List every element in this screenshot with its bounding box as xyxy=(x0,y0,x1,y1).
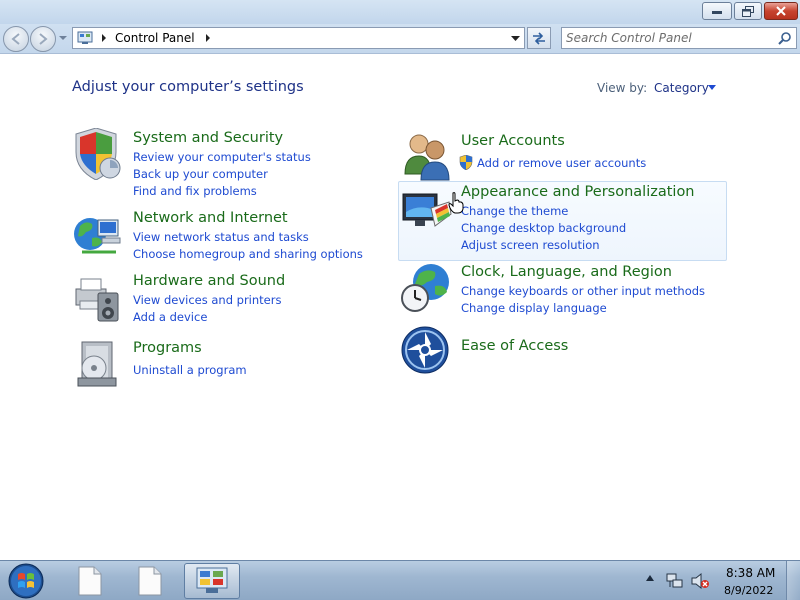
start-button[interactable] xyxy=(6,562,46,600)
shield-icon xyxy=(75,128,121,180)
category-system-security: System and Security Review your computer… xyxy=(72,128,372,198)
taskbar-item-document[interactable] xyxy=(62,563,118,599)
category-network-internet: Network and Internet View network status… xyxy=(72,208,372,263)
category-link[interactable]: Change display language xyxy=(461,301,607,315)
category-title[interactable]: Network and Internet xyxy=(133,210,288,226)
forward-arrow-icon xyxy=(39,33,48,45)
category-ease-of-access: Ease of Access xyxy=(401,326,721,378)
category-link[interactable]: View network status and tasks xyxy=(133,230,309,244)
control-panel-icon xyxy=(77,31,93,44)
clock-time[interactable]: 8:38 AM xyxy=(726,566,775,580)
refresh-icon xyxy=(533,32,545,45)
forward-button[interactable] xyxy=(30,26,56,52)
category-link[interactable]: View devices and printers xyxy=(133,293,281,307)
printer-speaker-icon xyxy=(75,278,119,322)
category-programs: Programs Uninstall a program xyxy=(72,338,372,388)
users-icon xyxy=(404,134,450,181)
category-link[interactable]: Uninstall a program xyxy=(133,363,247,377)
category-link[interactable]: Change desktop background xyxy=(461,221,626,235)
page-title: Adjust your computer’s settings xyxy=(72,79,304,95)
refresh-button[interactable] xyxy=(527,27,551,49)
category-title[interactable]: Ease of Access xyxy=(461,338,568,354)
category-title[interactable]: Hardware and Sound xyxy=(133,273,285,289)
minimize-icon xyxy=(712,11,722,14)
category-clock-language-region: Clock, Language, and Region Change keybo… xyxy=(401,262,721,317)
navigation-bar: Control Panel xyxy=(0,24,800,54)
category-link[interactable]: Add or remove user accounts xyxy=(477,156,646,170)
category-link[interactable]: Add a device xyxy=(133,310,207,324)
category-link[interactable]: Choose homegroup and sharing options xyxy=(133,247,363,261)
title-bar xyxy=(0,0,800,24)
monitor-palette-icon xyxy=(402,193,452,227)
clock-date[interactable]: 8/9/2022 xyxy=(724,584,773,597)
control-panel-icon xyxy=(196,567,228,593)
category-user-accounts: User Accounts Add or remove user account… xyxy=(401,130,721,181)
address-dropdown-button[interactable] xyxy=(508,32,522,46)
network-status-icon[interactable] xyxy=(666,572,684,590)
category-link[interactable]: Review your computer's status xyxy=(133,150,311,164)
restore-button[interactable] xyxy=(734,2,762,20)
view-by-label: View by: xyxy=(597,81,648,95)
document-icon xyxy=(138,566,162,596)
ease-of-access-icon xyxy=(401,326,449,374)
close-button[interactable] xyxy=(764,2,798,20)
uac-shield-icon xyxy=(459,155,473,170)
breadcrumb-control-panel[interactable]: Control Panel xyxy=(115,31,195,45)
taskbar-item-document[interactable] xyxy=(122,563,178,599)
recent-pages-dropdown-icon[interactable] xyxy=(59,34,67,42)
category-title[interactable]: Clock, Language, and Region xyxy=(461,264,672,280)
category-appearance-personalization: Appearance and Personalization Change th… xyxy=(401,182,721,254)
breadcrumb-chevron-icon[interactable] xyxy=(99,33,109,43)
view-by-dropdown[interactable]: Category xyxy=(654,81,709,95)
address-bar[interactable]: Control Panel xyxy=(72,27,525,49)
category-title[interactable]: System and Security xyxy=(133,130,283,146)
show-hidden-icons-icon[interactable] xyxy=(646,575,654,581)
category-title[interactable]: User Accounts xyxy=(461,133,565,149)
hand-cursor-icon xyxy=(448,192,464,214)
category-hardware-sound: Hardware and Sound View devices and prin… xyxy=(72,271,372,326)
globe-clock-icon xyxy=(401,264,449,312)
network-globe-icon xyxy=(74,218,121,254)
taskbar-item-control-panel[interactable] xyxy=(184,563,240,599)
chevron-down-icon[interactable] xyxy=(708,85,716,90)
volume-muted-icon[interactable] xyxy=(690,572,710,590)
category-title[interactable]: Appearance and Personalization xyxy=(461,184,695,200)
category-title[interactable]: Programs xyxy=(133,340,202,356)
search-icon[interactable] xyxy=(778,31,792,45)
minimize-button[interactable] xyxy=(702,2,732,20)
programs-disc-icon xyxy=(77,341,117,387)
show-desktop-button[interactable] xyxy=(786,561,800,600)
close-icon xyxy=(776,6,786,16)
category-link[interactable]: Change the theme xyxy=(461,204,568,218)
category-link[interactable]: Find and fix problems xyxy=(133,184,257,198)
back-button[interactable] xyxy=(3,26,29,52)
category-link[interactable]: Adjust screen resolution xyxy=(461,238,600,252)
back-arrow-icon xyxy=(11,33,20,45)
category-link[interactable]: Back up your computer xyxy=(133,167,268,181)
chevron-down-icon xyxy=(510,36,520,41)
category-link[interactable]: Change keyboards or other input methods xyxy=(461,284,705,298)
document-icon xyxy=(78,566,102,596)
restore-icon xyxy=(742,5,754,17)
search-input[interactable] xyxy=(566,30,774,46)
breadcrumb-chevron-icon[interactable] xyxy=(203,33,213,43)
search-box[interactable] xyxy=(561,27,797,49)
